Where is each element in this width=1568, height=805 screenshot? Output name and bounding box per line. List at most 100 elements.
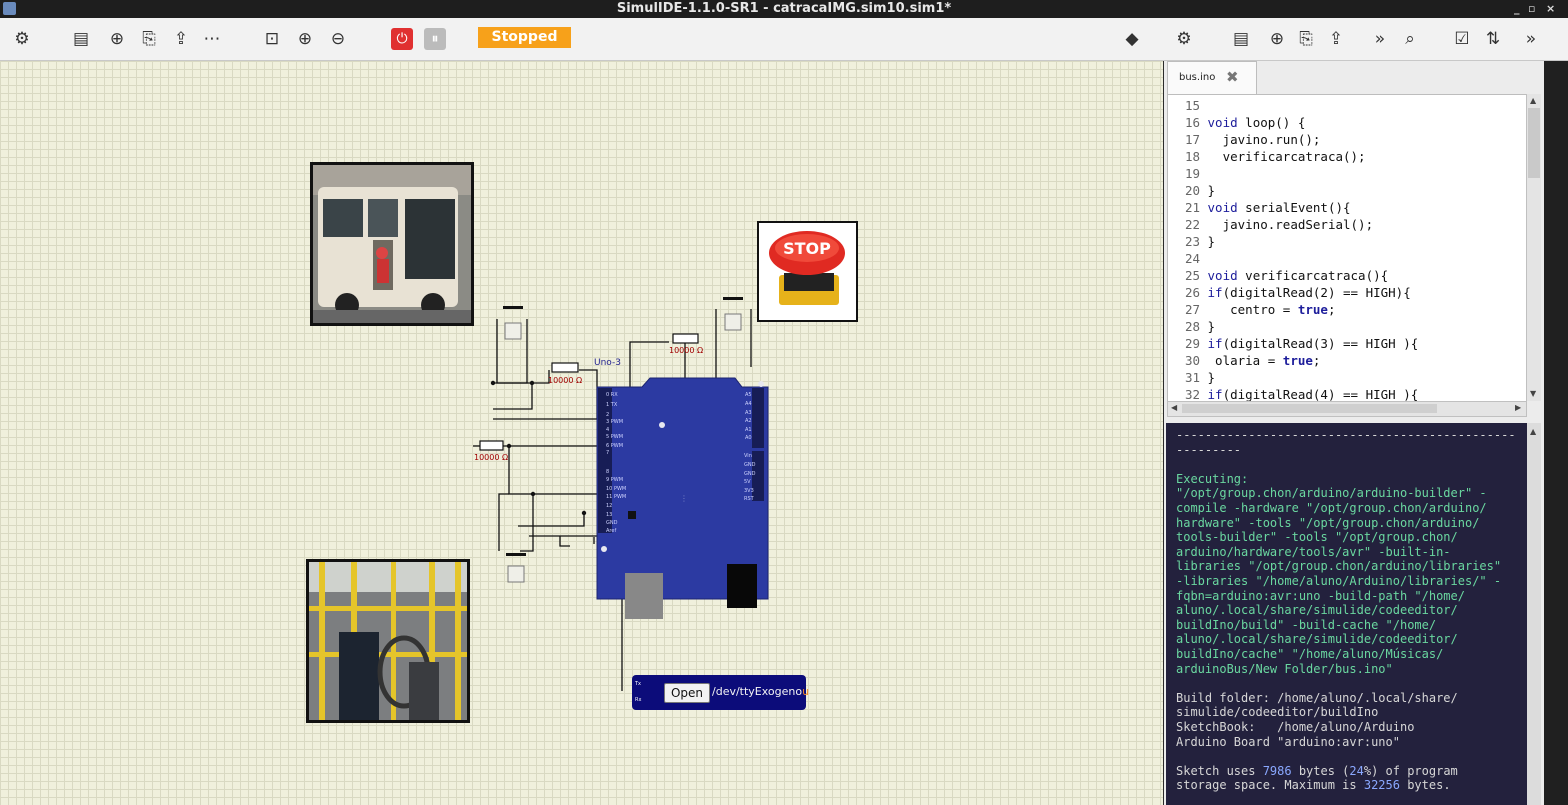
resistor-value-label: 10000 Ω: [474, 453, 509, 462]
line-number: 25: [1184, 268, 1200, 283]
line-number: 29: [1184, 336, 1200, 351]
output-line: aluno/.local/share/simulide/codeeditor/: [1176, 632, 1458, 647]
output-line: arduinoBus/New Folder/bus.ino": [1176, 661, 1393, 676]
output-line: libraries "/opt/group.chon/arduino/libra…: [1176, 559, 1502, 574]
compile-check-icon[interactable]: ☑: [1451, 28, 1473, 50]
serial-port-suffix: u: [802, 685, 810, 698]
line-number: 24: [1184, 251, 1200, 266]
code-text: ;: [1327, 302, 1336, 317]
code-line[interactable]: 25 void verificarcatraca(){: [1168, 267, 1526, 284]
zoom-in-icon[interactable]: ⊕: [294, 28, 316, 50]
circuit-schematic: ⋮ 0 RX 1 TX 2 3 PWM 45 PWM 6 PWM7 8 9 PWM 10 …: [473, 297, 769, 691]
pushbutton-switch: [503, 306, 523, 340]
output-line: tools-builder" -tools "/opt/group.chon/: [1176, 530, 1458, 545]
code-line[interactable]: 16 void loop() {: [1168, 114, 1526, 131]
serial-port-component: Tx Rx Open /dev/ttyExogenou: [632, 675, 809, 710]
code-line[interactable]: 30 olaria = true;: [1168, 352, 1526, 369]
output-scrollbar[interactable]: ▲: [1527, 423, 1541, 805]
tx-pin-label: Tx: [635, 681, 642, 687]
code-text: (digitalRead(2) == HIGH){: [1222, 285, 1411, 300]
editor-save-icon[interactable]: ⇪: [1325, 28, 1347, 50]
close-tab-icon[interactable]: ✖: [1226, 68, 1239, 86]
editor-new-file-icon[interactable]: ▤: [1230, 28, 1252, 50]
code-editor[interactable]: 15 16 void loop() {17 javino.run(); 18 ve…: [1167, 94, 1527, 403]
code-horizontal-scrollbar[interactable]: ◀ ▶: [1167, 401, 1527, 417]
compiler-output-console: ----------------------------------------…: [1166, 423, 1527, 805]
line-number: 19: [1184, 166, 1200, 181]
svg-text:3V3: 3V3: [744, 488, 754, 494]
save-icon[interactable]: ⇪: [170, 28, 192, 50]
line-number: 30: [1184, 353, 1200, 368]
editor-gear-icon[interactable]: ⚙: [1173, 28, 1195, 50]
svg-text:12: 12: [606, 503, 612, 509]
zoom-fit-icon[interactable]: ⊡: [261, 28, 283, 50]
simulation-status-badge: Stopped: [478, 27, 571, 48]
find-icon[interactable]: ⌕: [1399, 28, 1421, 50]
output-line: Sketch uses 7986 bytes (24%) of program: [1176, 763, 1458, 778]
pause-icon[interactable]: ⏸: [424, 28, 446, 50]
maximize-button[interactable]: ▫: [1528, 0, 1535, 18]
more-icon-2[interactable]: »: [1520, 28, 1542, 50]
close-window-button[interactable]: ×: [1546, 0, 1555, 18]
code-text: verificarcatraca();: [1207, 149, 1366, 164]
open-icon[interactable]: ⎘: [138, 28, 160, 50]
code-line[interactable]: 26 if(digitalRead(2) == HIGH){: [1168, 284, 1526, 301]
svg-text:GND: GND: [744, 462, 756, 468]
save-as-icon[interactable]: ⋯: [201, 28, 223, 50]
output-line: Build folder: /home/aluno/.local/share/: [1176, 690, 1458, 705]
output-line: fqbn=arduino:avr:uno -build-path "/home/: [1176, 588, 1465, 603]
output-line: aluno/.local/share/simulide/codeeditor/: [1176, 603, 1458, 618]
line-number: 27: [1184, 302, 1200, 317]
output-line: SketchBook: /home/aluno/Arduino: [1176, 720, 1415, 734]
code-text: serialEvent(){: [1237, 200, 1351, 215]
code-line[interactable]: 31 }: [1168, 369, 1526, 386]
tab-bus-ino[interactable]: bus.ino ✖: [1167, 61, 1257, 95]
serial-port-prefix: /dev/ttyExogeno: [712, 685, 803, 698]
code-keyword: if: [1207, 336, 1223, 351]
code-keyword: void: [1207, 268, 1238, 283]
code-line[interactable]: 28 }: [1168, 318, 1526, 335]
more-icon[interactable]: »: [1369, 28, 1391, 50]
svg-text:4: 4: [606, 427, 609, 433]
settings-gear-icon[interactable]: ⚙: [11, 28, 33, 50]
upload-icon[interactable]: ⇅: [1482, 28, 1504, 50]
code-keyword: if: [1207, 285, 1223, 300]
code-line[interactable]: 24: [1168, 250, 1526, 267]
code-vertical-scrollbar[interactable]: ▲ ▼: [1526, 94, 1541, 401]
svg-text:A2: A2: [745, 418, 752, 424]
svg-text:GND: GND: [606, 520, 618, 526]
serial-open-button[interactable]: Open: [664, 683, 710, 703]
editor-new-icon[interactable]: ⊕: [1266, 28, 1288, 50]
svg-text:3 PWM: 3 PWM: [606, 419, 623, 425]
resistor: [551, 362, 579, 373]
code-line[interactable]: 29 if(digitalRead(3) == HIGH ){: [1168, 335, 1526, 352]
line-number: 16: [1184, 115, 1200, 130]
editor-open-icon[interactable]: ⎘: [1295, 28, 1317, 50]
code-line[interactable]: 17 javino.run();: [1168, 131, 1526, 148]
window-titlebar: SimulIDE-1.1.0-SR1 - catracaIMG.sim10.si…: [0, 0, 1568, 18]
code-keyword: void: [1207, 200, 1238, 215]
new-file-icon[interactable]: ⊕: [106, 28, 128, 50]
code-line[interactable]: 23 }: [1168, 233, 1526, 250]
code-keyword: true: [1282, 353, 1313, 368]
circuit-canvas[interactable]: STOP ⋮ 0 RX 1 TX 2 3 PWM 4 5 PWM 6 PWM 7…: [0, 61, 1163, 805]
code-line[interactable]: 19: [1168, 165, 1526, 182]
code-line[interactable]: 18 verificarcatraca();: [1168, 148, 1526, 165]
output-line: "/opt/group.chon/arduino/arduino-builder…: [1176, 486, 1487, 501]
minimize-button[interactable]: _: [1514, 0, 1520, 18]
code-line[interactable]: 22 javino.readSerial();: [1168, 216, 1526, 233]
main-toolbar: ⚙ ▤ ⊕ ⎘ ⇪ ⋯ ⊡ ⊕ ⊖ ⏻ ⏸ ◆ ⚙ ▤ ⊕ ⎘ ⇪ » ⌕ ☑ …: [0, 18, 1568, 61]
debug-icon[interactable]: ◆: [1121, 28, 1143, 50]
line-number: 17: [1184, 132, 1200, 147]
zoom-out-icon[interactable]: ⊖: [327, 28, 349, 50]
power-icon[interactable]: ⏻: [391, 28, 413, 50]
output-line: -libraries "/home/aluno/Arduino/librarie…: [1176, 574, 1502, 588]
code-keyword: true: [1297, 302, 1328, 317]
code-line[interactable]: 15: [1168, 97, 1526, 114]
code-line[interactable]: 27 centro = true;: [1168, 301, 1526, 318]
serial-port-name: /dev/ttyExogenou: [712, 685, 809, 698]
svg-text:RST: RST: [744, 496, 755, 502]
code-line[interactable]: 20 }: [1168, 182, 1526, 199]
code-line[interactable]: 21 void serialEvent(){: [1168, 199, 1526, 216]
new-circuit-icon[interactable]: ▤: [70, 28, 92, 50]
